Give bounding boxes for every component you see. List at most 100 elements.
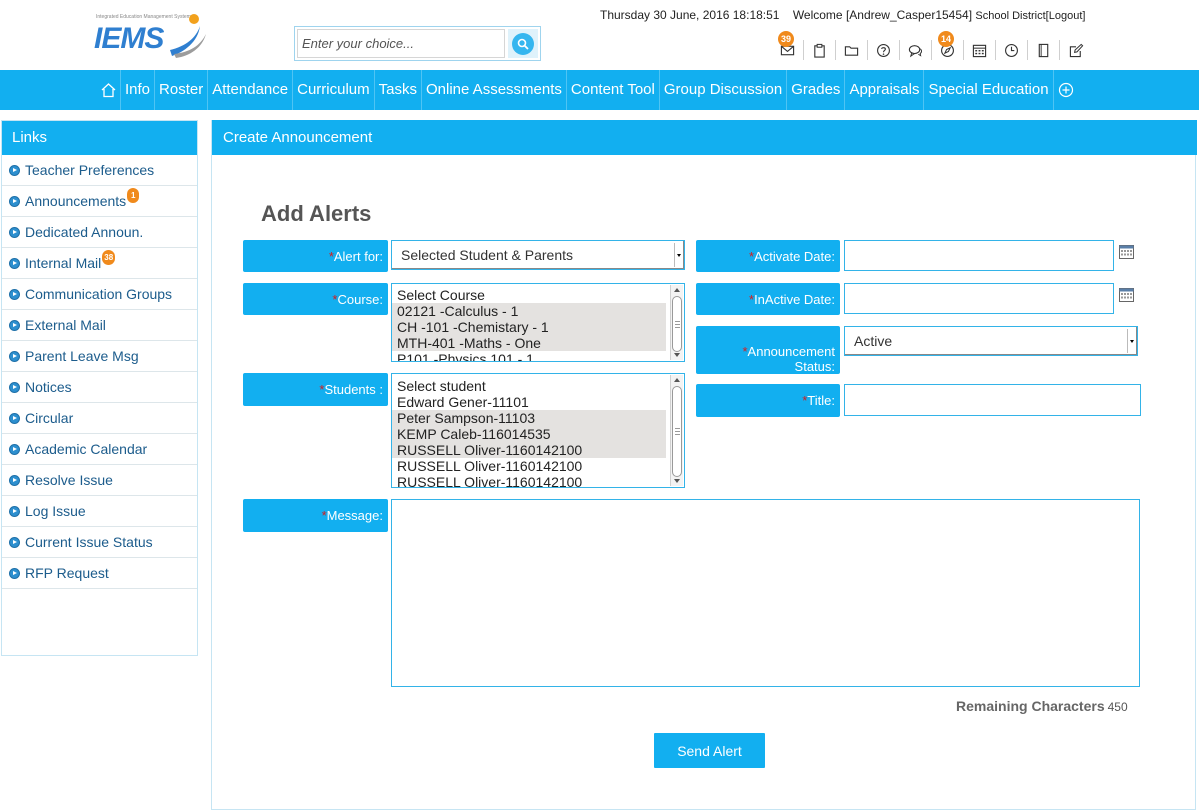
nav-online-assessments[interactable]: Online Assessments <box>422 70 567 110</box>
nav-group-discussion[interactable]: Group Discussion <box>660 70 788 110</box>
title-label: * Title: <box>696 384 840 417</box>
help-button[interactable] <box>868 40 900 60</box>
edit-button[interactable] <box>1060 40 1092 60</box>
clipboard-button[interactable] <box>804 40 836 60</box>
sidebar-item-current-issue-status[interactable]: Current Issue Status <box>2 527 197 558</box>
sidebar-item-label: Parent Leave Msg <box>25 348 139 364</box>
sidebar-item-notices[interactable]: Notices <box>2 372 197 403</box>
nav-curriculum[interactable]: Curriculum <box>293 70 375 110</box>
search-input[interactable] <box>297 29 505 58</box>
arrow-bullet-icon <box>9 319 20 331</box>
student-option[interactable]: KEMP Caleb-116014535 <box>392 426 666 442</box>
student-option[interactable]: RUSSELL Oliver-1160142100 <box>392 458 666 474</box>
inactive-date-input[interactable] <box>844 283 1114 314</box>
course-option[interactable]: MTH-401 -Maths - One <box>392 335 666 351</box>
sidebar-item-log-issue[interactable]: Log Issue <box>2 496 197 527</box>
inactive-date-calendar-icon[interactable] <box>1119 288 1134 302</box>
welcome-text: Welcome [Andrew_Casper15454] <box>792 8 973 22</box>
arrow-bullet-icon <box>9 381 20 393</box>
sidebar-item-circular[interactable]: Circular <box>2 403 197 434</box>
course-option[interactable]: Select Course <box>392 287 666 303</box>
sidebar-item-label: External Mail <box>25 317 106 333</box>
sidebar-item-label: Dedicated Announ. <box>25 224 144 240</box>
iems-logo[interactable]: Integrated Education Management System I… <box>94 12 210 60</box>
search-button[interactable] <box>508 29 538 58</box>
title-input[interactable] <box>844 384 1141 416</box>
sidebar-item-academic-calendar[interactable]: Academic Calendar <box>2 434 197 465</box>
header-icon-toolbar: 39 14 <box>772 31 1092 60</box>
sidebar-item-dedicated-announcements[interactable]: Dedicated Announ. <box>2 217 197 248</box>
notebook-button[interactable] <box>1028 40 1060 60</box>
folder-button[interactable] <box>836 40 868 60</box>
sidebar-item-teacher-preferences[interactable]: Teacher Preferences <box>2 155 197 186</box>
student-option[interactable]: Select student <box>392 378 666 394</box>
nav-content-tool[interactable]: Content Tool <box>567 70 660 110</box>
chat-button[interactable] <box>900 40 932 60</box>
arrow-bullet-icon <box>9 195 20 207</box>
arrow-bullet-icon <box>9 474 20 486</box>
course-listbox[interactable]: Select Course 02121 -Calculus - 1 CH -10… <box>391 283 685 362</box>
calendar-button[interactable] <box>964 40 996 60</box>
alert-for-value: Selected Student & Parents <box>401 247 573 263</box>
sidebar-item-label: Circular <box>25 410 74 426</box>
activate-date-input[interactable] <box>844 240 1114 271</box>
panel-title: Create Announcement <box>212 120 1197 155</box>
inactive-date-label: * InActive Date: <box>696 283 840 315</box>
sidebar-item-rfp-request[interactable]: RFP Request <box>2 558 197 589</box>
nav-roster[interactable]: Roster <box>155 70 209 110</box>
sidebar-item-announcements[interactable]: Announcements 1 <box>2 186 197 217</box>
nav-more-button[interactable] <box>1054 70 1074 110</box>
nav-info[interactable]: Info <box>121 70 156 110</box>
course-option[interactable]: CH -101 -Chemistary - 1 <box>392 319 666 335</box>
remaining-characters-label: Remaining Characters <box>956 698 1105 714</box>
course-option[interactable]: P101 -Physics 101 - 1 <box>392 351 666 361</box>
clock-button[interactable] <box>996 40 1028 60</box>
main-nav: Info Roster Attendance Curriculum Tasks … <box>0 70 1199 110</box>
activate-date-calendar-icon[interactable] <box>1119 245 1134 259</box>
sidebar-item-resolve-issue[interactable]: Resolve Issue <box>2 465 197 496</box>
edit-icon <box>1069 43 1083 57</box>
student-option[interactable]: RUSSELL Oliver-1160142100 <box>392 474 666 487</box>
sidebar-item-parent-leave-msg[interactable]: Parent Leave Msg <box>2 341 197 372</box>
student-option[interactable]: Edward Gener-11101 <box>392 394 666 410</box>
nav-tasks[interactable]: Tasks <box>375 70 422 110</box>
sidebar-item-communication-groups[interactable]: Communication Groups <box>2 279 197 310</box>
nav-special-education[interactable]: Special Education <box>924 70 1054 110</box>
help-icon <box>877 43 890 57</box>
message-label: * Message: <box>243 499 388 532</box>
send-alert-button[interactable]: Send Alert <box>654 733 765 768</box>
remaining-characters-value: 450 <box>1107 700 1128 714</box>
logout-link[interactable]: [Logout] <box>1046 10 1086 22</box>
students-listbox[interactable]: Select student Edward Gener-11101 Peter … <box>391 373 685 488</box>
nav-home[interactable] <box>96 70 121 110</box>
sidebar-item-internal-mail[interactable]: Internal Mail 38 <box>2 248 197 279</box>
arrow-bullet-icon <box>9 288 20 300</box>
students-scrollbar[interactable] <box>670 375 683 486</box>
compass-button[interactable]: 14 <box>932 31 964 60</box>
folder-icon <box>844 45 859 56</box>
search-icon <box>512 32 534 55</box>
message-textarea[interactable] <box>391 499 1140 687</box>
arrow-bullet-icon <box>9 443 20 455</box>
sidebar-item-label: Resolve Issue <box>25 472 113 488</box>
mail-button[interactable]: 39 <box>772 31 804 60</box>
create-announcement-panel: Create Announcement Add Alerts * Alert fo… <box>211 120 1197 810</box>
sidebar-item-external-mail[interactable]: External Mail <box>2 310 197 341</box>
calendar-icon <box>972 44 987 57</box>
current-datetime: Thursday 30 June, 2016 18:18:51 <box>600 8 780 22</box>
student-option[interactable]: RUSSELL Oliver-1160142100 <box>392 442 666 458</box>
plus-circle-icon <box>1058 82 1073 98</box>
course-scrollbar[interactable] <box>670 285 683 360</box>
nav-attendance[interactable]: Attendance <box>208 70 294 110</box>
alert-for-select[interactable]: Selected Student & Parents <box>391 240 685 270</box>
sidebar-item-label: Academic Calendar <box>25 441 148 457</box>
mail-badge: 39 <box>778 31 794 47</box>
sidebar-item-label: Current Issue Status <box>25 534 153 550</box>
search-box <box>294 26 541 61</box>
nav-appraisals[interactable]: Appraisals <box>845 70 925 110</box>
student-option[interactable]: Peter Sampson-11103 <box>392 410 666 426</box>
course-option[interactable]: 02121 -Calculus - 1 <box>392 303 666 319</box>
announcement-status-value: Active <box>854 333 893 349</box>
announcement-status-select[interactable]: Active <box>844 326 1138 356</box>
nav-grades[interactable]: Grades <box>787 70 846 110</box>
